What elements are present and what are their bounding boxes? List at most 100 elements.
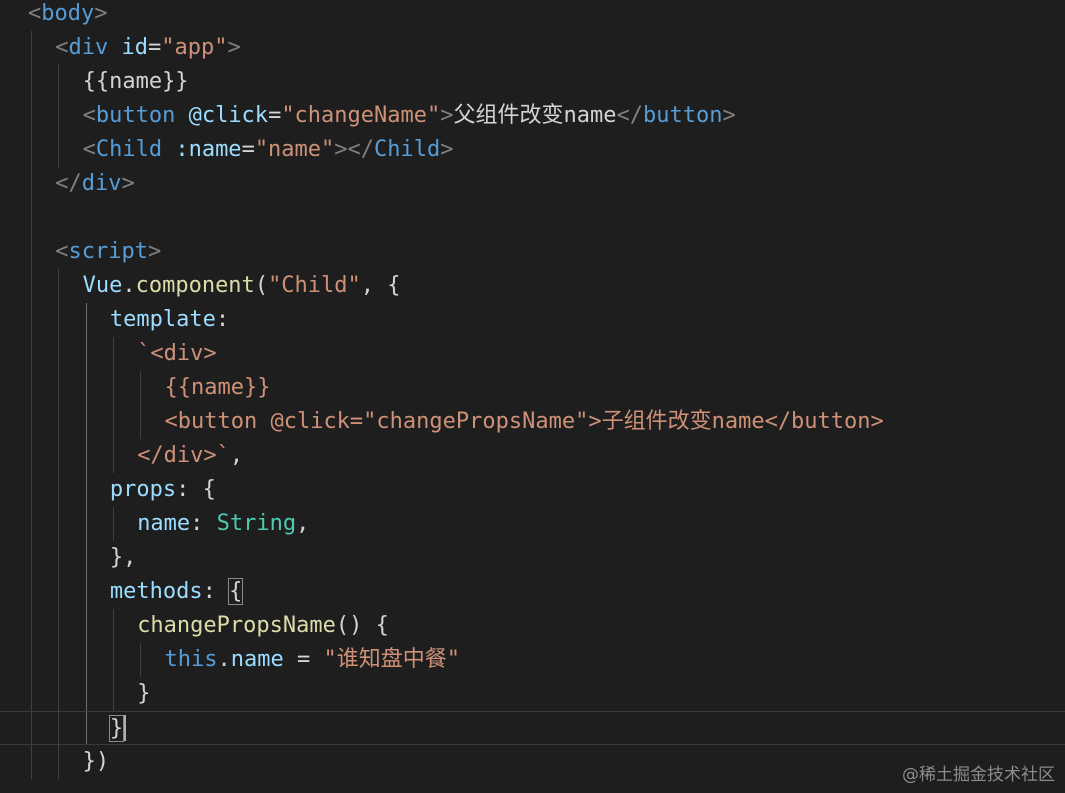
- code-token: props: [109, 477, 177, 502]
- code-line[interactable]: </div>`,: [0, 439, 1065, 473]
- code-token: .: [122, 273, 136, 298]
- code-line[interactable]: methods: {: [0, 575, 1065, 609]
- code-token: this: [164, 647, 218, 672]
- code-line[interactable]: <body>: [0, 0, 1065, 31]
- code-line[interactable]: <button @click="changePropsName">子组件改变na…: [0, 405, 1065, 439]
- code-token: template: [109, 307, 216, 332]
- code-token: >: [440, 137, 454, 162]
- code-token: </: [616, 103, 644, 128]
- code-token: }): [82, 749, 110, 774]
- code-token: <: [28, 1, 42, 26]
- code-token: >: [121, 171, 135, 196]
- code-line-text: }: [108, 712, 125, 746]
- code-line-text: <div id="app">: [55, 31, 240, 65]
- code-line[interactable]: }: [0, 711, 1065, 745]
- code-token: "changeName": [281, 103, 441, 128]
- code-token: >: [722, 103, 736, 128]
- code-line[interactable]: <div id="app">: [0, 31, 1065, 65]
- code-line-text: Vue.component("Child", {: [83, 269, 401, 303]
- code-line[interactable]: {{name}}: [0, 371, 1065, 405]
- code-token: <: [82, 137, 96, 162]
- code-token: >: [440, 103, 454, 128]
- code-token: String: [216, 511, 297, 536]
- code-token: }: [137, 681, 151, 706]
- code-line[interactable]: template:: [0, 303, 1065, 337]
- code-line[interactable]: },: [0, 541, 1065, 575]
- code-line-text: <body>: [28, 0, 107, 31]
- code-token: button: [643, 103, 723, 128]
- code-line-text: `<div>: [137, 337, 216, 371]
- code-line[interactable]: this.name = "谁知盘中餐": [0, 643, 1065, 677]
- code-token: Child: [95, 137, 163, 162]
- code-line-text: <script>: [55, 235, 161, 269]
- code-line[interactable]: props: {: [0, 473, 1065, 507]
- code-line-text: this.name = "谁知盘中餐": [165, 643, 460, 677]
- code-token: <: [55, 239, 69, 264]
- code-token: <: [55, 35, 69, 60]
- code-line[interactable]: [0, 201, 1065, 235]
- code-line-text: template:: [110, 303, 229, 337]
- code-token: body: [41, 1, 95, 26]
- code-token: Child: [374, 137, 441, 162]
- watermark: @稀土掘金技术社区: [902, 765, 1055, 785]
- text-cursor: [123, 715, 126, 741]
- code-token: {{name}}: [164, 375, 271, 400]
- code-line[interactable]: <Child :name="name"></Child>: [0, 133, 1065, 167]
- code-token: component: [135, 273, 255, 298]
- code-line[interactable]: {{name}}: [0, 65, 1065, 99]
- code-token: Vue: [82, 273, 123, 298]
- code-token: script: [68, 239, 149, 264]
- code-token: :: [190, 511, 217, 536]
- code-token: </div>`: [137, 443, 230, 468]
- code-line-text: },: [110, 541, 137, 575]
- code-token: "name": [254, 137, 335, 162]
- code-token: <button @click="changePropsName">子组件改变na…: [164, 409, 884, 434]
- code-token: =: [148, 35, 162, 60]
- code-line-text: {{name}}: [83, 65, 189, 99]
- code-line[interactable]: <script>: [0, 235, 1065, 269]
- code-line[interactable]: <button @click="changeName">父组件改变name</b…: [0, 99, 1065, 133]
- code-token: >: [148, 239, 162, 264]
- code-token: changePropsName: [137, 613, 336, 638]
- code-token: : {: [176, 477, 216, 502]
- code-line[interactable]: Vue.component("Child", {: [0, 269, 1065, 303]
- code-token: :: [202, 579, 230, 604]
- code-token: 父组件改变name: [453, 103, 617, 128]
- code-token: </: [55, 171, 82, 196]
- code-line-text: <Child :name="name"></Child>: [83, 133, 454, 167]
- code-line-text: props: {: [110, 473, 216, 507]
- code-token: {: [228, 578, 244, 605]
- code-token: ,: [229, 443, 244, 468]
- code-token: () {: [335, 613, 389, 638]
- code-token: >: [94, 1, 108, 26]
- code-token: name: [230, 647, 284, 672]
- code-line[interactable]: </div>: [0, 167, 1065, 201]
- code-token: button: [95, 103, 176, 128]
- code-token: ></: [334, 137, 375, 162]
- code-token: {{name}}: [82, 69, 189, 94]
- code-token: =: [268, 103, 282, 128]
- code-line[interactable]: `<div>: [0, 337, 1065, 371]
- code-line-text: </div>: [55, 167, 135, 201]
- code-token: @click: [188, 103, 269, 128]
- code-editor[interactable]: <body> <div id="app"> {{name}} <button @cli…: [0, 0, 1065, 793]
- code-line-text: {{name}}: [165, 371, 271, 405]
- code-token: "app": [161, 35, 228, 60]
- code-token: :: [215, 307, 230, 332]
- code-token: ,: [296, 511, 310, 536]
- code-line[interactable]: name: String,: [0, 507, 1065, 541]
- code-line[interactable]: changePropsName() {: [0, 609, 1065, 643]
- code-token: =: [241, 137, 255, 162]
- code-token: .: [217, 647, 231, 672]
- code-line-text: }: [137, 677, 150, 711]
- code-token: "谁知盘中餐": [323, 647, 460, 672]
- code-line[interactable]: }: [0, 677, 1065, 711]
- code-token: , {: [360, 273, 401, 298]
- code-line-text: <button @click="changePropsName">子组件改变na…: [165, 405, 884, 439]
- code-token: methods: [109, 579, 203, 604]
- code-token: div: [81, 171, 122, 196]
- code-token: }: [108, 715, 125, 742]
- code-line-text: </div>`,: [137, 439, 243, 473]
